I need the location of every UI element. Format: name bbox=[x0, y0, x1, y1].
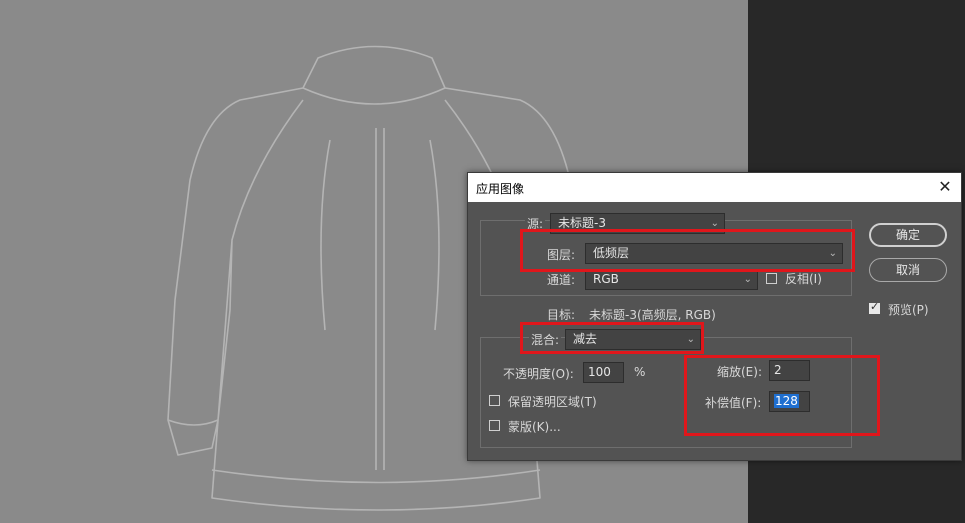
source-value: 未标题-3 bbox=[558, 216, 606, 230]
channel-label: 通道: bbox=[547, 273, 576, 287]
preserve-transparency-checkbox[interactable] bbox=[489, 395, 500, 406]
dialog-titlebar: 应用图像 ✕ bbox=[468, 173, 961, 202]
highlight-blending bbox=[520, 322, 704, 354]
mask-label: 蒙版(K)... bbox=[508, 420, 561, 434]
channel-select[interactable]: RGB ⌄ bbox=[585, 269, 758, 290]
target-label: 目标: bbox=[547, 308, 576, 322]
invert-checkbox[interactable] bbox=[766, 273, 777, 284]
channel-value: RGB bbox=[593, 272, 619, 286]
preview-checkbox[interactable] bbox=[869, 300, 880, 314]
close-icon[interactable]: ✕ bbox=[935, 177, 955, 197]
opacity-input[interactable]: 100 bbox=[583, 362, 624, 383]
cancel-button[interactable]: 取消 bbox=[869, 258, 947, 282]
dialog-title: 应用图像 bbox=[476, 182, 525, 196]
mask-checkbox[interactable] bbox=[489, 420, 500, 431]
preview-label: 预览(P) bbox=[888, 303, 929, 317]
ok-button[interactable]: 确定 bbox=[869, 223, 947, 247]
opacity-unit: % bbox=[634, 365, 646, 379]
highlight-layer bbox=[520, 229, 855, 272]
invert-label: 反相(I) bbox=[785, 272, 822, 286]
highlight-scale-offset bbox=[684, 355, 880, 436]
opacity-label: 不透明度(O): bbox=[503, 367, 574, 381]
target-value: 未标题-3(高频层, RGB) bbox=[589, 308, 716, 322]
preserve-transparency-label: 保留透明区域(T) bbox=[508, 395, 597, 409]
chevron-down-icon: ⌄ bbox=[743, 274, 752, 285]
